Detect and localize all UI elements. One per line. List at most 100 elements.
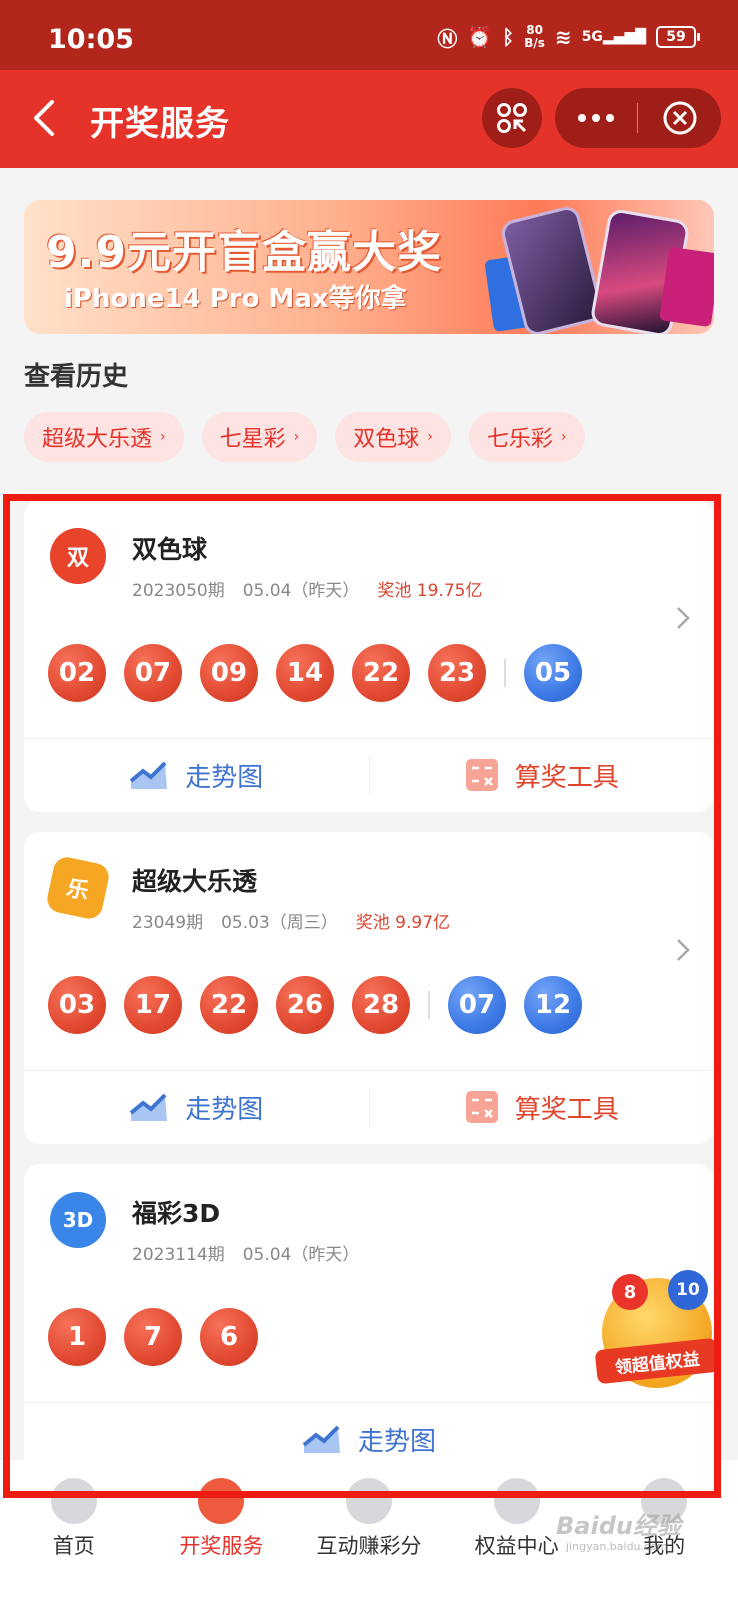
red-ball: 17 [124,976,182,1034]
jackpot-pool: 奖池 9.97亿 [355,913,451,933]
chevron-right-icon: › [560,429,567,445]
draw-date: 05.03（周三） [221,913,338,933]
lottery-meta: 2023114期 05.04（昨天） [132,1240,359,1265]
red-ball: 22 [200,976,258,1034]
red-ball: 6 [200,1308,258,1366]
chevron-right-icon: › [160,429,166,445]
promo-ball-icon: 8 [612,1274,648,1310]
winning-numbers: 03 17 22 26 28 07 12 [48,976,582,1034]
history-chip[interactable]: 超级大乐透 › [24,412,184,462]
tab-label: 开奖服务 [179,1534,264,1558]
lottery-name: 超级大乐透 [132,867,258,896]
red-ball: 14 [276,644,334,702]
period: 2023114期 [132,1245,225,1265]
blue-ball: 12 [524,976,582,1034]
network-speed: 80 B/s [524,24,545,50]
lottery-meta: 2023050期 05.04（昨天） 奖池 19.75亿 [132,576,482,601]
speed-value: 80 [526,23,543,37]
tool-label: 算奖工具 [514,762,619,793]
bluetooth-icon: ᛒ [502,25,515,49]
scan-button[interactable] [482,88,542,148]
history-chips: 超级大乐透 › 七星彩 › 双色球 › 七乐彩 › [24,412,585,462]
chip-label: 超级大乐透 [42,427,153,452]
tool-label: 算奖工具 [514,1094,619,1125]
trend-chart-icon [302,1425,340,1453]
banner-title: 9.9元开盲盒赢大奖 [46,227,442,278]
red-ball: 7 [124,1308,182,1366]
chevron-right-icon[interactable] [676,606,690,630]
history-title: 查看历史 [24,362,129,392]
banner-tag-right [659,246,714,328]
trend-label: 走势图 [357,1426,436,1457]
red-ball: 07 [124,644,182,702]
page-title: 开奖服务 [90,104,230,144]
trend-chart-button[interactable]: 走势图 [24,1089,369,1126]
close-icon [663,101,696,135]
ball-separator [504,659,506,687]
network-type: 5G [581,29,603,45]
period: 23049期 [132,913,204,933]
status-icons: Ⓝ ⏰ ᛒ 80 B/s ≋ 5G▂▄▆█ 59 [437,22,700,52]
card-actions: 走势图 算奖工具 [24,738,714,812]
scan-icon [497,103,527,133]
chip-label: 七乐彩 [486,427,553,452]
watermark: Baidu经验 [556,1512,681,1540]
speed-unit: B/s [524,36,545,50]
draw-date: 05.04（昨天） [242,1245,360,1265]
banner-subtitle: iPhone14 Pro Max等你拿 [64,284,407,314]
history-chip[interactable]: 七乐彩 › [468,412,585,462]
nfc-icon: Ⓝ [437,26,458,51]
tab-home[interactable]: 首页 [0,1460,148,1600]
prize-calculator-button[interactable]: 算奖工具 [370,1089,715,1126]
fc3d-icon: 3D [50,1192,106,1248]
winning-numbers: 1 7 6 [48,1308,258,1366]
home-icon [50,1478,97,1524]
red-ball: 22 [352,644,410,702]
tab-earn-points[interactable]: 互动赚彩分 [295,1460,443,1600]
blue-ball: 07 [448,976,506,1034]
trend-label: 走势图 [185,762,264,793]
benefits-float-button[interactable]: 8 10 领超值权益 [594,1268,720,1398]
red-ball: 28 [352,976,410,1034]
alarm-icon: ⏰ [467,25,493,49]
back-icon[interactable] [28,98,64,138]
tab-lottery-results[interactable]: 开奖服务 [148,1460,296,1600]
tab-label: 首页 [52,1534,95,1558]
chevron-right-icon: › [293,429,300,445]
trend-chart-icon [129,761,168,789]
dlt-star-icon: 乐 [44,854,112,922]
lottery-card-ssq[interactable]: 双 双色球 2023050期 05.04（昨天） 奖池 19.75亿 02 07… [24,500,714,812]
history-chip[interactable]: 七星彩 › [201,412,318,462]
red-ball: 26 [276,976,334,1034]
trend-chart-button[interactable]: 走势图 [24,1421,714,1458]
promo-banner[interactable]: 9.9元开盲盒赢大奖 iPhone14 Pro Max等你拿 [24,200,714,334]
red-ball: 03 [48,976,106,1034]
card-actions: 走势图 算奖工具 [24,1070,714,1144]
lottery-card-dlt[interactable]: 乐 超级大乐透 23049期 05.03（周三） 奖池 9.97亿 03 17 … [24,832,714,1144]
blue-ball: 05 [524,644,582,702]
ssq-icon: 双 [50,528,106,584]
trend-chart-button[interactable]: 走势图 [24,757,369,794]
mini-program-capsule [555,88,721,148]
chevron-right-icon: › [427,429,433,445]
planet-icon [345,1478,392,1524]
lottery-results-icon [198,1478,245,1524]
lottery-meta: 23049期 05.03（周三） 奖池 9.97亿 [132,908,450,933]
red-ball: 09 [200,644,258,702]
prize-calculator-button[interactable]: 算奖工具 [370,757,715,794]
more-button[interactable] [555,88,637,148]
draw-date: 05.04（昨天） [242,581,360,601]
trend-chart-icon [129,1093,168,1121]
calculator-icon [465,1091,498,1123]
nav-bar: 开奖服务 [0,70,738,168]
gift-icon [493,1478,540,1524]
close-button[interactable] [638,88,721,148]
red-ball: 02 [48,644,106,702]
calculator-icon [465,759,498,791]
battery-icon: 59 [656,26,700,48]
winning-numbers: 02 07 09 14 22 23 05 [48,644,582,702]
chevron-right-icon[interactable] [676,938,690,962]
ball-separator [428,991,430,1019]
history-chip[interactable]: 双色球 › [335,412,451,462]
chip-label: 七星彩 [219,427,286,452]
